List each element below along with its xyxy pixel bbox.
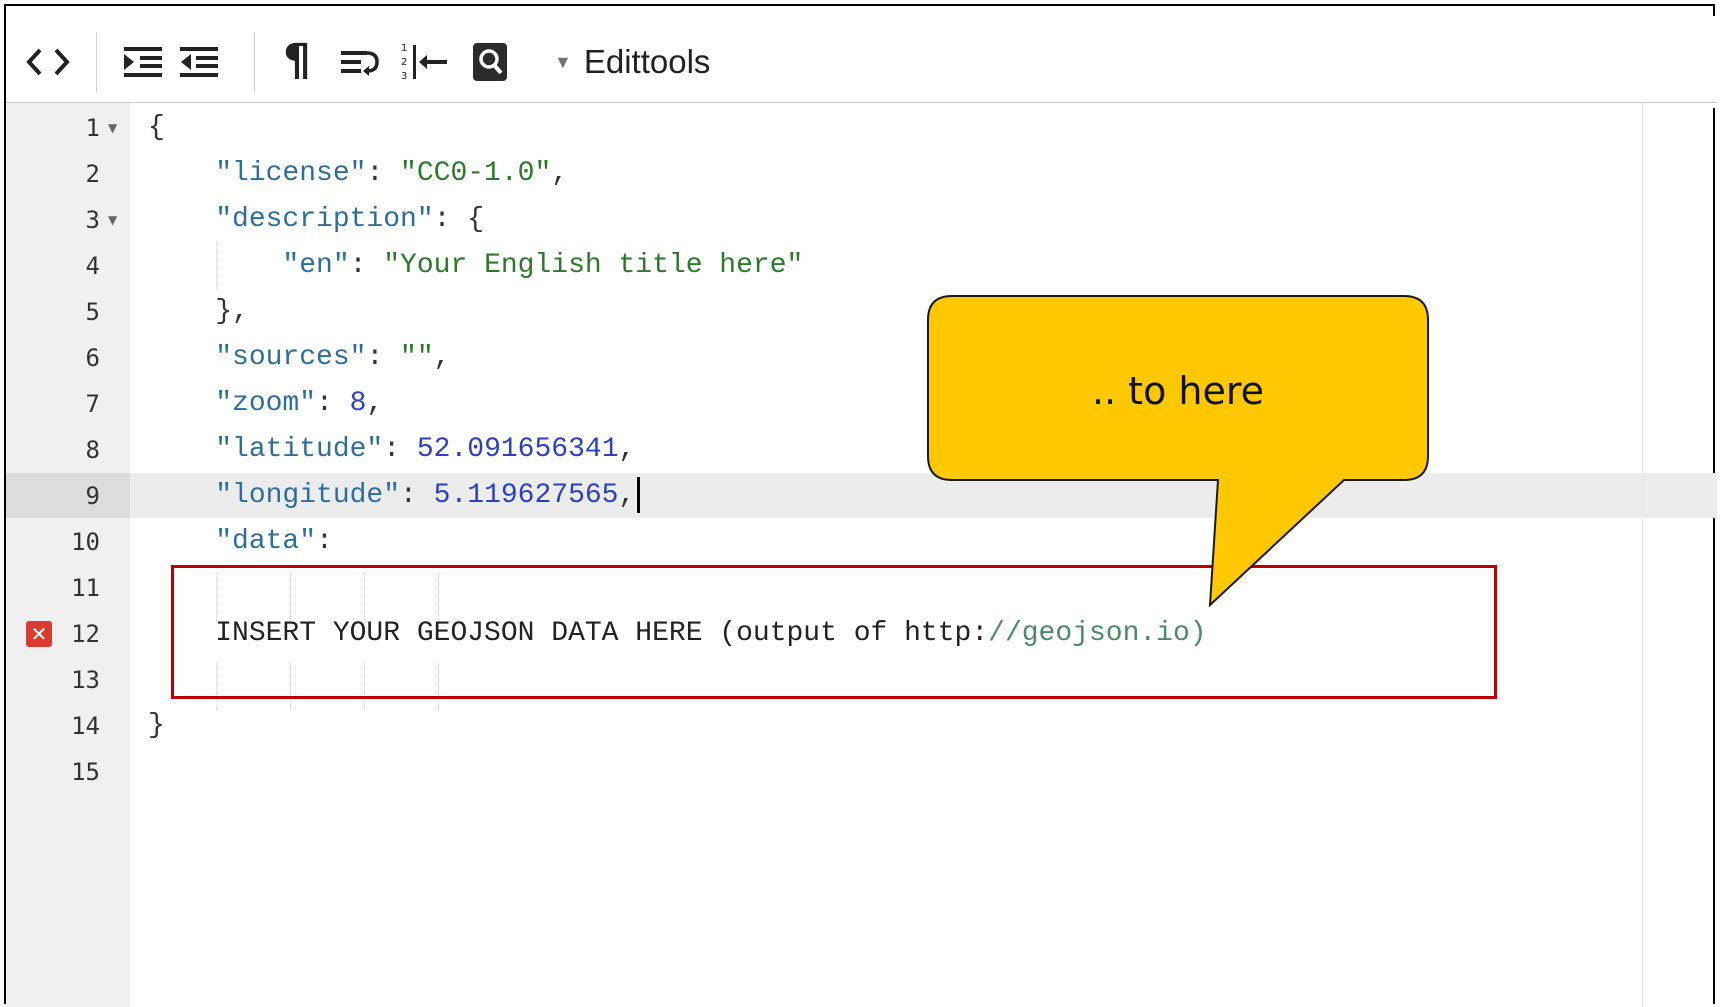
- code-line: 5 },: [6, 289, 1717, 335]
- fold-arrow-icon[interactable]: ▼: [108, 197, 117, 243]
- line-number: 11: [71, 574, 100, 602]
- line-number: 3: [85, 206, 100, 234]
- line-number: 6: [85, 344, 100, 372]
- svg-text:3: 3: [401, 71, 407, 82]
- text-cursor: [637, 476, 641, 513]
- code-editor[interactable]: 1 ▼ { 2 "license": "CC0-1.0", 3 ▼ "descr…: [6, 102, 1717, 1007]
- line-number: 9: [85, 482, 100, 510]
- editor-frame: ¶ 123 ▼ Edittools 1 ▼ {2 "license": "CC…: [4, 4, 1717, 1007]
- code-line: 6 "sources": "",: [6, 335, 1717, 381]
- code-text: "en": "Your English title here": [148, 250, 804, 281]
- line-number: 15: [71, 758, 100, 786]
- code-line: 15: [6, 749, 1717, 795]
- line-number: 2: [85, 160, 100, 188]
- search-icon[interactable]: [470, 40, 510, 84]
- code-line: 7 "zoom": 8,: [6, 381, 1717, 427]
- indent-icon[interactable]: [120, 42, 166, 82]
- line-number: 4: [85, 252, 100, 280]
- pilcrow-icon[interactable]: ¶: [276, 36, 318, 86]
- line-number: 1: [85, 114, 100, 142]
- code-text: "sources": "",: [148, 342, 451, 373]
- code-text: "longitude": 5.119627565,: [148, 473, 641, 519]
- svg-text:2: 2: [401, 57, 407, 68]
- code-text: "license": "CC0-1.0",: [148, 158, 569, 189]
- edittools-label: Edittools: [583, 43, 711, 80]
- code-text: "description": {: [148, 204, 485, 235]
- line-number: 8: [85, 436, 100, 464]
- code-line: 2 "license": "CC0-1.0",: [6, 151, 1717, 197]
- code-text: }: [148, 710, 165, 741]
- svg-text:1: 1: [401, 43, 407, 54]
- code-line-active: 9 "longitude": 5.119627565,: [6, 473, 1717, 519]
- fold-arrow-icon[interactable]: ▼: [108, 105, 117, 151]
- code-line: 8 "latitude": 52.091656341,: [6, 427, 1717, 473]
- code-line: 4 "en": "Your English title here": [6, 243, 1717, 289]
- code-text: {: [148, 112, 165, 143]
- line-number: 14: [71, 712, 100, 740]
- wrap-icon[interactable]: [338, 44, 380, 80]
- insert-data-highlight-box: [171, 565, 1497, 699]
- line-number: 7: [85, 390, 100, 418]
- line-number: 5: [85, 298, 100, 326]
- edittools-dropdown[interactable]: ▼ Edittools: [554, 42, 710, 82]
- code-line: 3 ▼ "description": {: [6, 197, 1717, 243]
- line-number: 12: [71, 620, 100, 648]
- code-text: },: [148, 296, 249, 327]
- outdent-icon[interactable]: [176, 42, 222, 82]
- line-number: 10: [71, 528, 100, 556]
- code-text: "data":: [148, 526, 333, 557]
- goto-line-icon[interactable]: 1 2 3: [398, 38, 450, 86]
- code-text: "zoom": 8,: [148, 388, 384, 419]
- code-text: "latitude": 52.091656341,: [148, 434, 636, 465]
- code-toggle-icon[interactable]: [24, 42, 72, 82]
- code-line: 14 }: [6, 703, 1717, 749]
- code-line: 10 "data":: [6, 519, 1717, 565]
- code-line: 1 ▼ {: [6, 105, 1717, 151]
- line-number: 13: [71, 666, 100, 694]
- editor-toolbar: ¶ 1 2 3 ▼ Edittools: [6, 16, 1717, 108]
- chevron-down-icon: ▼: [554, 51, 572, 72]
